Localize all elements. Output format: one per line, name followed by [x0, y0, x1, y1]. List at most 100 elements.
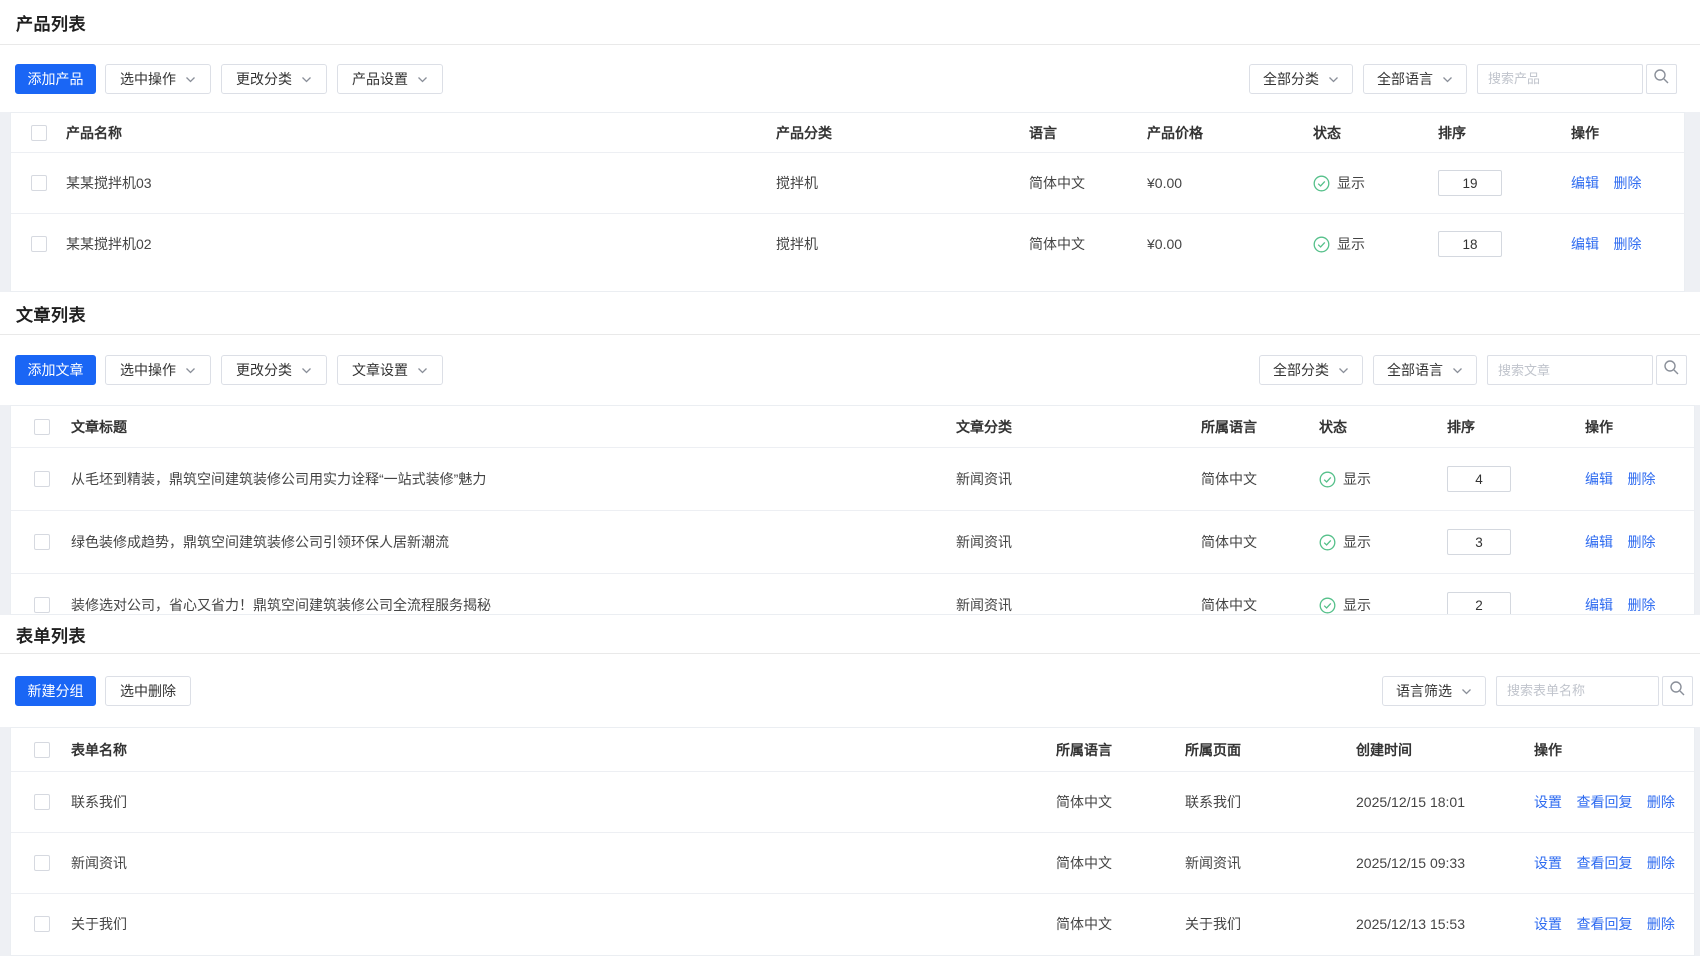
view-replies-link[interactable]: 查看回复	[1576, 794, 1632, 810]
table-row: 绿色装修成趋势，鼎筑空间建筑装修公司引领环保人居新潮流 新闻资讯 简体中文 显示…	[11, 510, 1694, 573]
table-row: 联系我们 简体中文 联系我们 2025/12/15 18:01 设置 查看回复 …	[11, 771, 1694, 832]
batch-action-dropdown[interactable]: 选中操作	[105, 64, 211, 94]
add-article-button[interactable]: 添加文章	[15, 355, 96, 385]
category-filter-dropdown[interactable]: 全部分类	[1249, 64, 1353, 94]
delete-link[interactable]: 删除	[1647, 855, 1675, 871]
created-time: 2025/12/13 15:53	[1356, 916, 1534, 932]
row-checkbox[interactable]	[31, 175, 47, 191]
select-all-checkbox[interactable]	[31, 125, 47, 141]
row-checkbox[interactable]	[34, 794, 50, 810]
view-replies-link[interactable]: 查看回复	[1576, 916, 1632, 932]
edit-link[interactable]: 编辑	[1571, 175, 1599, 191]
table-row: 某某搅拌机03 搅拌机 简体中文 ¥0.00 显示 编辑 删除	[11, 152, 1684, 213]
search-article-input[interactable]	[1487, 355, 1653, 385]
chevron-down-icon	[417, 76, 428, 84]
status-badge: 显示	[1319, 469, 1447, 489]
category-filter-dropdown[interactable]: 全部分类	[1259, 355, 1363, 385]
search-button[interactable]	[1656, 355, 1687, 385]
row-checkbox[interactable]	[34, 597, 50, 613]
settings-link[interactable]: 设置	[1534, 855, 1562, 871]
delete-link[interactable]: 删除	[1627, 597, 1655, 613]
chevron-down-icon	[185, 367, 196, 375]
batch-action-dropdown[interactable]: 选中操作	[105, 355, 211, 385]
delete-selected-button[interactable]: 选中删除	[105, 676, 191, 706]
status-badge: 显示	[1313, 234, 1438, 254]
form-name: 新闻资讯	[71, 853, 1056, 873]
status-badge: 显示	[1313, 173, 1438, 193]
sort-order-input[interactable]	[1447, 592, 1511, 615]
row-checkbox[interactable]	[34, 916, 50, 932]
new-group-button[interactable]: 新建分组	[15, 676, 96, 706]
settings-link[interactable]: 设置	[1534, 916, 1562, 932]
search-button[interactable]	[1646, 64, 1677, 94]
created-time: 2025/12/15 09:33	[1356, 855, 1534, 871]
sort-order-input[interactable]	[1447, 529, 1511, 555]
search-button[interactable]	[1662, 676, 1693, 706]
product-settings-dropdown[interactable]: 产品设置	[337, 64, 443, 94]
table-row: 装修选对公司，省心又省力！鼎筑空间建筑装修公司全流程服务揭秘 新闻资讯 简体中文…	[11, 573, 1694, 615]
article-title: 从毛坯到精装，鼎筑空间建筑装修公司用实力诠释“一站式装修”魅力	[71, 469, 956, 489]
articles-table-header: 文章标题 文章分类 所属语言 状态 排序 操作	[11, 406, 1694, 447]
row-checkbox[interactable]	[34, 534, 50, 550]
forms-toolbar: 新建分组 选中删除 语言筛选	[0, 654, 1700, 727]
products-title-bar: 产品列表	[0, 0, 1700, 45]
edit-link[interactable]: 编辑	[1571, 236, 1599, 252]
status-badge: 显示	[1319, 595, 1447, 615]
articles-title-bar: 文章列表	[0, 292, 1700, 335]
delete-link[interactable]: 删除	[1613, 236, 1641, 252]
table-row: 关于我们 简体中文 关于我们 2025/12/13 15:53 设置 查看回复 …	[11, 893, 1694, 954]
page-title: 产品列表	[16, 10, 86, 35]
articles-toolbar: 添加文章 选中操作 更改分类 文章设置 全部分类 全部语言	[0, 335, 1700, 405]
edit-link[interactable]: 编辑	[1585, 471, 1613, 487]
change-category-dropdown[interactable]: 更改分类	[221, 64, 327, 94]
sort-order-input[interactable]	[1438, 231, 1502, 257]
chevron-down-icon	[417, 367, 428, 375]
chevron-down-icon	[1328, 76, 1339, 84]
edit-link[interactable]: 编辑	[1585, 597, 1613, 613]
product-name: 某某搅拌机03	[66, 173, 776, 193]
view-replies-link[interactable]: 查看回复	[1576, 855, 1632, 871]
sort-order-input[interactable]	[1447, 466, 1511, 492]
select-all-checkbox[interactable]	[34, 742, 50, 758]
row-checkbox[interactable]	[34, 855, 50, 871]
forms-table-header: 表单名称 所属语言 所属页面 创建时间 操作	[11, 728, 1694, 771]
check-circle-icon	[1313, 236, 1330, 253]
search-product-input[interactable]	[1477, 64, 1643, 94]
forms-section: 表单列表 新建分组 选中删除 语言筛选 表单名称 所属语言 所属页面 创建时间 …	[0, 615, 1700, 956]
article-settings-dropdown[interactable]: 文章设置	[337, 355, 443, 385]
page-title: 表单列表	[16, 622, 86, 647]
chevron-down-icon	[1452, 367, 1463, 375]
delete-link[interactable]: 删除	[1613, 175, 1641, 191]
row-checkbox[interactable]	[31, 236, 47, 252]
table-row: 某某搅拌机02 搅拌机 简体中文 ¥0.00 显示 编辑 删除	[11, 213, 1684, 274]
language-filter-dropdown[interactable]: 全部语言	[1363, 64, 1467, 94]
product-name: 某某搅拌机02	[66, 234, 776, 254]
language-filter-dropdown[interactable]: 全部语言	[1373, 355, 1477, 385]
articles-table: 文章标题 文章分类 所属语言 状态 排序 操作 从毛坯到精装，鼎筑空间建筑装修公…	[10, 405, 1695, 615]
select-all-checkbox[interactable]	[34, 419, 50, 435]
page-title: 文章列表	[16, 301, 86, 326]
change-category-dropdown[interactable]: 更改分类	[221, 355, 327, 385]
products-table-header: 产品名称 产品分类 语言 产品价格 状态 排序 操作	[11, 113, 1684, 152]
sort-order-input[interactable]	[1438, 170, 1502, 196]
chevron-down-icon	[1442, 76, 1453, 84]
delete-link[interactable]: 删除	[1647, 794, 1675, 810]
forms-title-bar: 表单列表	[0, 615, 1700, 654]
forms-table: 表单名称 所属语言 所属页面 创建时间 操作 联系我们 简体中文 联系我们 20…	[10, 727, 1695, 956]
settings-link[interactable]: 设置	[1534, 794, 1562, 810]
row-checkbox[interactable]	[34, 471, 50, 487]
delete-link[interactable]: 删除	[1627, 534, 1655, 550]
chevron-down-icon	[185, 76, 196, 84]
products-toolbar: 添加产品 选中操作 更改分类 产品设置 全部分类 全部语言	[0, 45, 1700, 112]
products-section: 产品列表 添加产品 选中操作 更改分类 产品设置 全部分类 全部语言	[0, 0, 1700, 292]
search-form-input[interactable]	[1496, 676, 1659, 706]
edit-link[interactable]: 编辑	[1585, 534, 1613, 550]
delete-link[interactable]: 删除	[1647, 916, 1675, 932]
language-filter-dropdown[interactable]: 语言筛选	[1382, 676, 1486, 706]
add-product-button[interactable]: 添加产品	[15, 64, 96, 94]
table-row: 新闻资讯 简体中文 新闻资讯 2025/12/15 09:33 设置 查看回复 …	[11, 832, 1694, 893]
delete-link[interactable]: 删除	[1627, 471, 1655, 487]
articles-section: 文章列表 添加文章 选中操作 更改分类 文章设置 全部分类 全部语言	[0, 292, 1700, 615]
chevron-down-icon	[1338, 367, 1349, 375]
check-circle-icon	[1319, 471, 1336, 488]
